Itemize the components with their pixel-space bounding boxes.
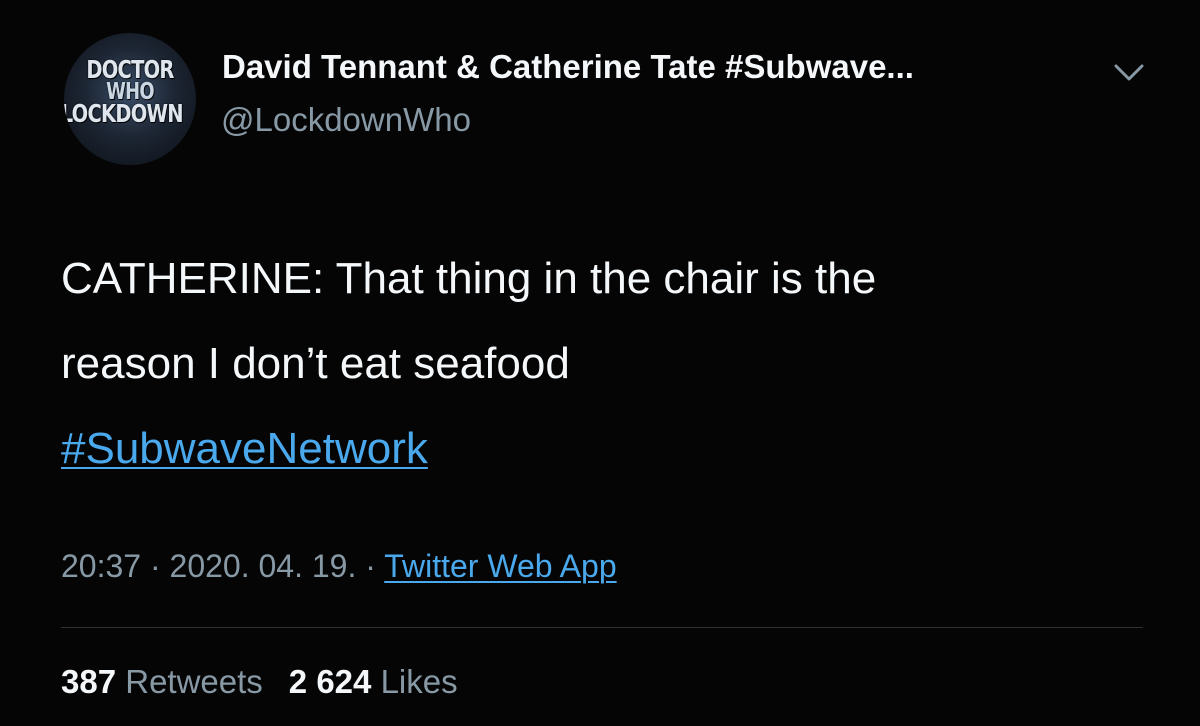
tweet-time: 20:37 [61,548,142,584]
author-display-name[interactable]: David Tennant & Catherine Tate #Subwave.… [222,48,914,86]
retweets-label: Retweets [125,663,263,700]
chevron-down-icon[interactable] [1112,58,1146,86]
meta-separator: · [365,548,376,584]
divider [61,627,1143,628]
avatar-logo-line: LOCKDOWN [64,99,184,128]
avatar-logo-line: DOCTOR [86,55,174,84]
hashtag-link[interactable]: #SubwaveNetwork [61,424,428,473]
likes-count: 2 624 [288,663,372,700]
tweet-text-line: #SubwaveNetwork [61,406,1161,491]
avatar[interactable]: DOCTOR WHO LOCKDOWN [64,33,196,165]
tweet-text-line: reason I don’t eat seafood [61,339,570,388]
retweets-stat[interactable]: 387 Retweets [61,663,263,701]
likes-label: Likes [380,663,458,700]
tweet-text: CATHERINE: That thing in the chair is th… [61,236,1161,491]
tweet-source-link[interactable]: Twitter Web App [384,548,616,584]
author-handle[interactable]: @LockdownWho [221,101,471,139]
tweet-text-line: CATHERINE: That thing in the chair is th… [61,254,877,303]
likes-stat[interactable]: 2 624 Likes [289,663,458,701]
retweets-count: 387 [61,663,117,700]
avatar-logo: DOCTOR WHO LOCKDOWN [64,55,196,128]
tweet-stats: 387 Retweets 2 624 Likes [61,663,458,701]
tweet-meta: 20:37 · 2020. 04. 19. · Twitter Web App [61,548,617,585]
meta-separator: · [149,548,161,584]
tweet-date: 2020. 04. 19. [169,548,357,584]
tweet-detail: DOCTOR WHO LOCKDOWN David Tennant & Cath… [0,0,1200,726]
